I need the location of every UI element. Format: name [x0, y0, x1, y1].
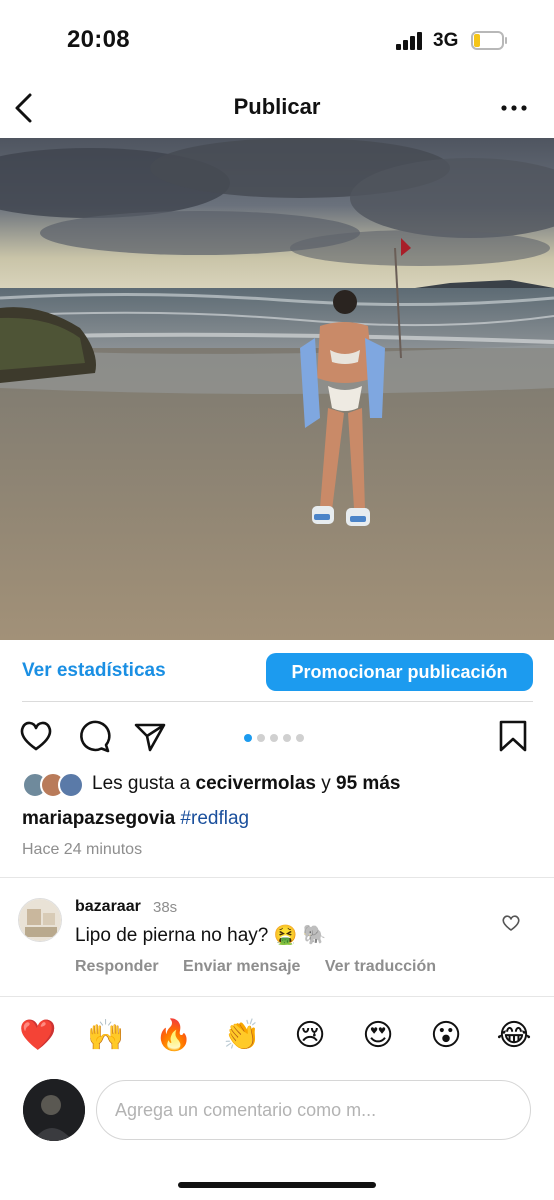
bookmark-icon[interactable] — [495, 718, 531, 754]
likes-text: Les gusta a cecivermolas y 95 más — [92, 773, 401, 794]
likes-count[interactable]: 95 más — [336, 773, 400, 794]
comment-text: Lipo de pierna no hay? 🤮 🐘 — [75, 925, 327, 946]
carousel-dot — [244, 734, 252, 742]
page-title: Publicar — [233, 94, 321, 119]
comment-composer — [0, 1078, 554, 1142]
promote-post-button[interactable]: Promocionar publicación — [266, 653, 533, 691]
battery-icon — [471, 31, 507, 50]
crying-reaction-button[interactable]: 😢 — [290, 1016, 330, 1056]
comment-icon[interactable] — [76, 718, 112, 754]
laughing-reaction-button[interactable]: 😂 — [494, 1016, 534, 1056]
heart-reaction-button[interactable]: ❤️ — [18, 1016, 58, 1056]
reply-button[interactable]: Responder — [75, 958, 159, 975]
divider — [0, 996, 554, 997]
home-indicator — [178, 1182, 376, 1188]
liker-username[interactable]: cecivermolas — [196, 773, 316, 794]
caption-username[interactable]: mariapazsegovia — [22, 808, 175, 829]
carousel-dot — [296, 734, 304, 742]
likes-summary[interactable]: Les gusta a cecivermolas y 95 más — [22, 770, 542, 800]
fire-reaction-button[interactable]: 🔥 — [154, 1016, 194, 1056]
signal-strength-icon — [396, 32, 424, 50]
post-actions — [0, 714, 554, 758]
post-timestamp: Hace 24 minutos — [22, 841, 143, 858]
heart-eyes-reaction-button[interactable]: 😍 — [358, 1016, 398, 1056]
heart-icon[interactable] — [18, 718, 54, 754]
carousel-dot — [283, 734, 291, 742]
surprised-reaction-button[interactable]: 😮 — [426, 1016, 466, 1056]
divider — [22, 701, 533, 702]
insights-row: Ver estadísticas Promocionar publicación — [0, 652, 554, 692]
caption-hashtag[interactable]: #redflag — [180, 808, 249, 829]
carousel-indicator — [244, 729, 309, 742]
avatar — [58, 772, 84, 798]
status-time: 20:08 — [67, 26, 130, 53]
view-insights-link[interactable]: Ver estadísticas — [22, 660, 166, 682]
clapping-reaction-button[interactable]: 👏 — [222, 1016, 262, 1056]
navigation-bar: Publicar — [0, 80, 554, 138]
comment-item: bazaraar 38s Lipo de pierna no hay? 🤮 🐘 … — [0, 893, 554, 989]
raised-hands-reaction-button[interactable]: 🙌 — [86, 1016, 126, 1056]
more-options-icon[interactable] — [496, 94, 532, 122]
comment-age: 38s — [153, 899, 178, 916]
liker-avatars — [22, 772, 86, 798]
send-message-button[interactable]: Enviar mensaje — [183, 958, 300, 975]
network-type: 3G — [433, 30, 459, 51]
post-photo[interactable] — [0, 138, 554, 640]
carousel-dot — [257, 734, 265, 742]
quick-reactions: ❤️ 🙌 🔥 👏 😢 😍 😮 😂 — [0, 1012, 554, 1062]
divider — [0, 877, 554, 878]
comment-input[interactable] — [96, 1080, 531, 1140]
avatar[interactable] — [18, 898, 62, 942]
post-caption: mariapazsegovia #redflag — [22, 808, 249, 830]
comment-actions: Responder Enviar mensaje Ver traducción — [75, 958, 456, 976]
see-translation-button[interactable]: Ver traducción — [325, 958, 436, 975]
share-icon[interactable] — [132, 718, 168, 754]
status-bar: 20:08 3G — [0, 0, 554, 80]
carousel-dot — [270, 734, 278, 742]
comment-username[interactable]: bazaraar — [75, 898, 141, 916]
comment-heart-icon[interactable] — [501, 913, 521, 933]
avatar — [23, 1079, 85, 1141]
